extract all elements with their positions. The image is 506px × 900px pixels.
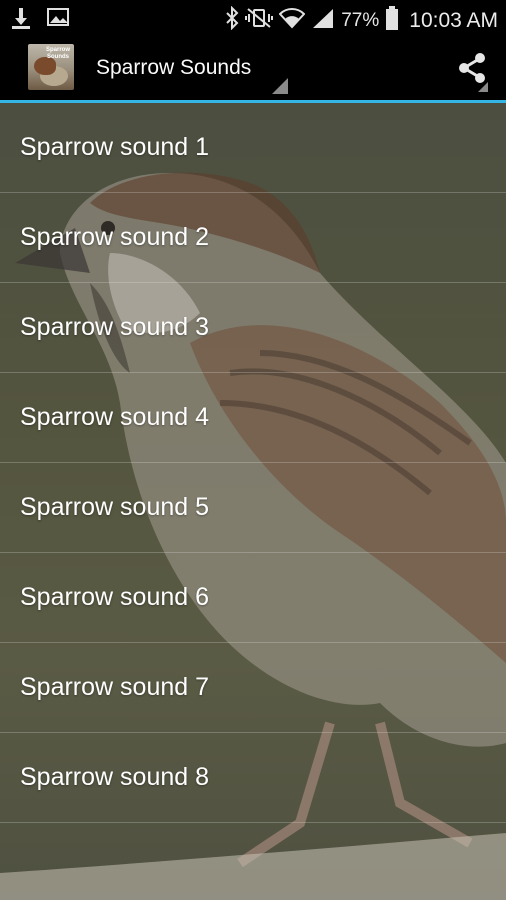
list-item-label: Sparrow sound 2: [20, 223, 210, 251]
list-item-label: Sparrow sound 7: [20, 673, 210, 701]
download-icon: [10, 6, 32, 35]
status-bar: 77% 10:03 AM: [0, 0, 506, 36]
list-item-label: Sparrow sound 5: [20, 493, 210, 521]
battery-icon: [385, 5, 399, 36]
list-item-sound-6[interactable]: Sparrow sound 6: [0, 553, 506, 643]
list-item-label: Sparrow sound 1: [20, 133, 210, 161]
wifi-icon: [278, 6, 306, 35]
clock: 10:03 AM: [409, 8, 498, 32]
list-item-label: Sparrow sound 3: [20, 313, 210, 341]
list-item-sound-8[interactable]: Sparrow sound 8: [0, 733, 506, 823]
list-item-sound-2[interactable]: Sparrow sound 2: [0, 193, 506, 283]
sound-list-screen: Sparrow sound 1 Sparrow sound 2 Sparrow …: [0, 103, 506, 900]
list-item-sound-3[interactable]: Sparrow sound 3: [0, 283, 506, 373]
list-item-label: Sparrow sound 8: [20, 763, 210, 791]
list-item-sound-1[interactable]: Sparrow sound 1: [0, 103, 506, 193]
app-title[interactable]: Sparrow Sounds: [96, 56, 251, 80]
sound-list: Sparrow sound 1 Sparrow sound 2 Sparrow …: [0, 103, 506, 823]
battery-percent: 77%: [341, 9, 380, 31]
bluetooth-icon: [225, 5, 239, 35]
list-item-sound-5[interactable]: Sparrow sound 5: [0, 463, 506, 553]
list-item-sound-4[interactable]: Sparrow sound 4: [0, 373, 506, 463]
signal-icon: [311, 7, 335, 34]
list-item-label: Sparrow sound 4: [20, 403, 210, 431]
list-item-label: Sparrow sound 6: [20, 583, 210, 611]
image-icon: [46, 6, 70, 35]
app-icon[interactable]: Sparrow Sounds: [28, 44, 74, 90]
action-bar: Sparrow Sounds Sparrow Sounds: [0, 36, 506, 103]
title-spinner-indicator: [272, 78, 288, 94]
overflow-indicator: [478, 82, 488, 92]
app-icon-text: Sparrow Sounds: [45, 47, 70, 60]
list-item-sound-7[interactable]: Sparrow sound 7: [0, 643, 506, 733]
vibrate-mute-icon: [245, 6, 274, 35]
